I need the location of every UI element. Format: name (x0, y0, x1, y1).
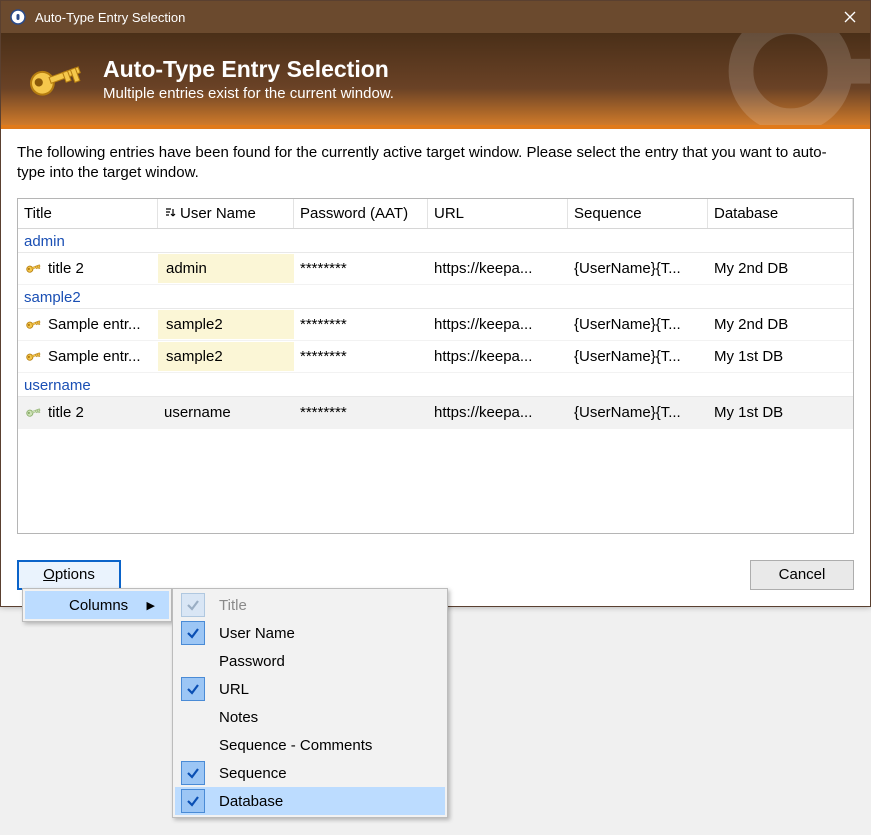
menu-item-label: User Name (219, 625, 295, 642)
check-icon (186, 598, 200, 612)
column-header-password[interactable]: Password (AAT) (294, 199, 428, 228)
header-banner: Auto-Type Entry Selection Multiple entri… (1, 33, 870, 125)
table-row[interactable]: Sample entr... sample2********https://kee… (18, 309, 853, 341)
content-area: The following entries have been found fo… (1, 129, 870, 548)
dialog-window: Auto-Type Entry Selection (0, 0, 871, 607)
key-icon (24, 403, 42, 421)
titlebar: Auto-Type Entry Selection (1, 1, 870, 33)
cell-sequence: {UserName}{T... (568, 400, 708, 425)
menu-item-column-sequence-comments[interactable]: Sequence - Comments (175, 731, 445, 759)
intro-text: The following entries have been found fo… (17, 143, 854, 184)
cell-title: Sample entr... (48, 316, 141, 333)
cell-sequence: {UserName}{T... (568, 344, 708, 369)
menu-item-column-url[interactable]: URL (175, 675, 445, 703)
column-header-url[interactable]: URL (428, 199, 568, 228)
header-subtitle: Multiple entries exist for the current w… (103, 85, 394, 102)
menu-item-label: Columns (69, 597, 128, 614)
menu-item-label: URL (219, 681, 249, 698)
menu-item-label: Sequence - Comments (219, 737, 372, 754)
checkbox-icon (181, 649, 205, 673)
cell-password: ******** (294, 344, 428, 369)
check-icon (186, 682, 200, 696)
cell-password: ******** (294, 312, 428, 337)
checkbox-icon (181, 593, 205, 617)
table-row[interactable]: Sample entr... sample2********https://kee… (18, 341, 853, 373)
menu-item-label: Sequence (219, 765, 287, 782)
cell-username: admin (158, 254, 294, 283)
cell-title: title 2 (48, 260, 84, 277)
menu-item-column-sequence[interactable]: Sequence (175, 759, 445, 787)
cell-url: https://keepa... (428, 344, 568, 369)
column-header-username[interactable]: User Name (158, 199, 294, 228)
menu-item-label: Notes (219, 709, 258, 726)
checkbox-icon (181, 677, 205, 701)
cell-database: My 1st DB (708, 400, 853, 425)
cell-title: title 2 (48, 404, 84, 421)
menu-item-label: Password (219, 653, 285, 670)
cell-url: https://keepa... (428, 312, 568, 337)
check-icon (186, 794, 200, 808)
window-title: Auto-Type Entry Selection (35, 10, 830, 25)
key-icon (24, 315, 42, 333)
options-button[interactable]: Options (17, 560, 121, 590)
cell-url: https://keepa... (428, 256, 568, 281)
cell-url: https://keepa... (428, 400, 568, 425)
key-watermark-icon (708, 33, 870, 125)
checkbox-icon (181, 789, 205, 813)
app-icon (9, 8, 27, 26)
cell-database: My 1st DB (708, 344, 853, 369)
column-header-title[interactable]: Title (18, 199, 158, 228)
options-menu: Columns ▶ (22, 588, 172, 622)
cell-username: sample2 (158, 310, 294, 339)
cell-database: My 2nd DB (708, 312, 853, 337)
close-icon (844, 11, 856, 23)
menu-item-column-notes[interactable]: Notes (175, 703, 445, 731)
menu-item-column-database[interactable]: Database (175, 787, 445, 815)
key-icon (19, 44, 89, 114)
cell-username: username (158, 400, 294, 425)
columns-submenu: Title User Name Password URL Notes Sequence -… (172, 588, 448, 818)
check-icon (186, 626, 200, 640)
cell-title: Sample entr... (48, 348, 141, 365)
menu-item-column-title: Title (175, 591, 445, 619)
table-row[interactable]: title 2 admin********https://keepa...{Use… (18, 253, 853, 285)
column-header-database[interactable]: Database (708, 199, 853, 228)
listview-header: Title User Name Password (AAT) URL Seque… (18, 199, 853, 229)
header-title: Auto-Type Entry Selection (103, 56, 394, 83)
menu-item-column-password[interactable]: Password (175, 647, 445, 675)
listview-group-header: admin (18, 229, 853, 253)
listview-group-header: username (18, 373, 853, 397)
menu-item-column-user-name[interactable]: User Name (175, 619, 445, 647)
menu-item-columns[interactable]: Columns ▶ (25, 591, 169, 619)
cell-sequence: {UserName}{T... (568, 256, 708, 281)
checkbox-icon (181, 761, 205, 785)
close-button[interactable] (830, 1, 870, 33)
cell-password: ******** (294, 400, 428, 425)
cancel-button[interactable]: Cancel (750, 560, 854, 590)
table-row[interactable]: title 2 username********https://keepa...{… (18, 397, 853, 429)
cell-sequence: {UserName}{T... (568, 312, 708, 337)
check-icon (186, 766, 200, 780)
checkbox-icon (181, 621, 205, 645)
cell-username: sample2 (158, 342, 294, 371)
submenu-arrow-icon: ▶ (147, 599, 155, 612)
cell-password: ******** (294, 256, 428, 281)
menu-item-label: Database (219, 793, 283, 810)
menu-item-label: Title (219, 597, 247, 614)
checkbox-icon (181, 733, 205, 757)
key-icon (24, 259, 42, 277)
sort-indicator-icon (164, 207, 176, 219)
cell-database: My 2nd DB (708, 256, 853, 281)
checkbox-icon (181, 705, 205, 729)
listview-group-header: sample2 (18, 285, 853, 309)
column-header-sequence[interactable]: Sequence (568, 199, 708, 228)
entries-listview[interactable]: Title User Name Password (AAT) URL Seque… (17, 198, 854, 534)
key-icon (24, 347, 42, 365)
